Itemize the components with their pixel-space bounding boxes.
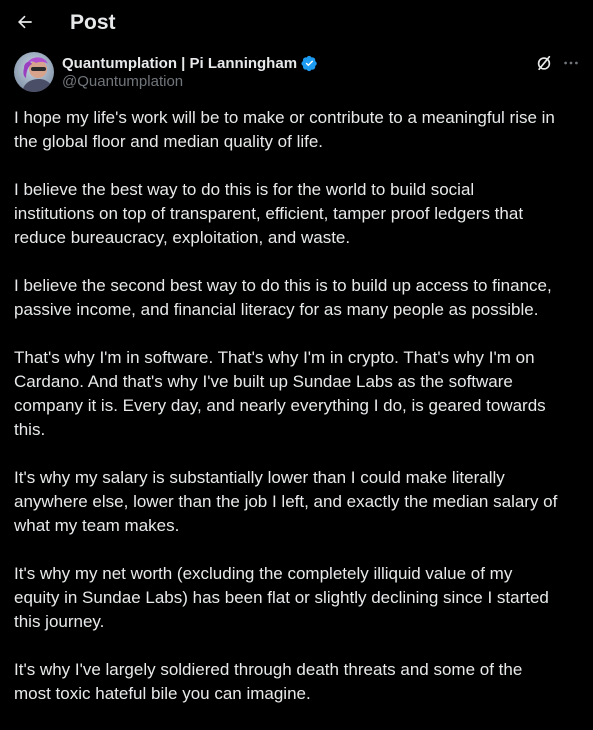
author-display-name[interactable]: Quantumplation | Pi Lanningham [62,55,297,72]
post-text: I hope my life's work will be to make or… [14,106,579,730]
avatar[interactable] [14,52,54,92]
post-paragraph: I hope my life's work will be to make or… [14,108,555,151]
post-paragraph: That's why I'm in software. That's why I… [14,348,546,439]
back-button[interactable] [12,9,38,35]
grok-button[interactable] [534,53,554,73]
more-options-icon [564,61,578,65]
post-author: Quantumplation | Pi Lanningham @Quantump… [14,52,579,92]
grok-icon [537,55,551,71]
post-paragraph: I believe the best way to do this is for… [14,180,524,247]
author-handle[interactable]: @Quantumplation [62,73,183,90]
post-header: Post [0,0,593,46]
post-paragraph: It's why my salary is substantially lowe… [14,468,558,535]
arrow-left-icon [17,15,32,29]
post-paragraph: It's why my net worth (excluding the com… [14,564,549,631]
more-options-button[interactable] [561,53,581,73]
author-name-row: Quantumplation | Pi Lanningham [62,53,318,73]
verified-badge-icon [301,55,318,72]
post-paragraph: It's why I've largely soldiered through … [14,660,523,703]
post-paragraph: I believe the second best way to do this… [14,276,552,319]
avatar-image [14,52,54,92]
page-title: Post [70,11,116,34]
